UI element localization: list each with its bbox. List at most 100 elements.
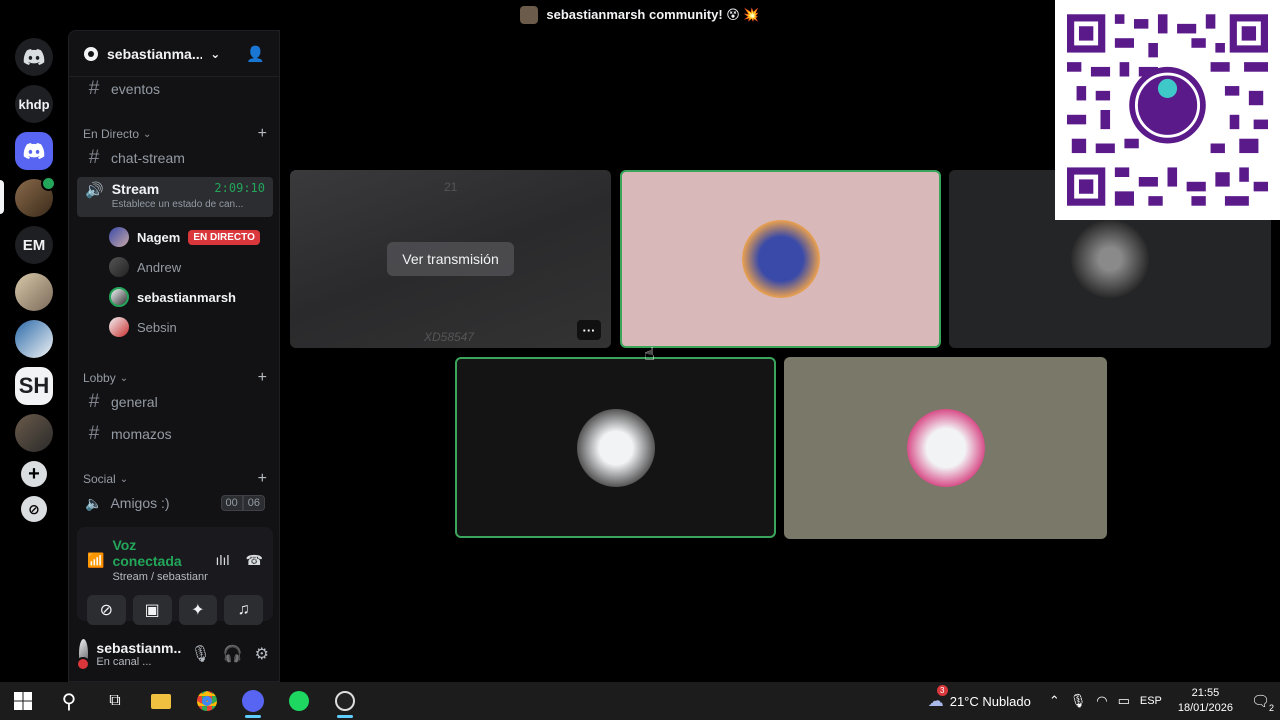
task-view-button[interactable]: ⧉ xyxy=(92,682,138,720)
activities-button[interactable]: ✦ xyxy=(178,595,218,625)
disconnect-icon[interactable]: ☎ xyxy=(246,552,263,569)
server-em[interactable]: EM xyxy=(15,226,53,264)
discord-server-icon[interactable] xyxy=(15,132,53,170)
soundboard-icon: ♫ xyxy=(237,601,250,618)
clock-time: 21:55 xyxy=(1191,687,1220,699)
yape-qr-code xyxy=(1055,0,1280,220)
voice-user-name: Andrew xyxy=(137,259,182,275)
camera-off-button[interactable]: ⊘ xyxy=(87,595,126,625)
voice-user-sebastianmarsh[interactable]: sebastianmarsh xyxy=(109,287,236,307)
discord-taskbar-button[interactable] xyxy=(230,682,276,720)
user-status: En canal ... xyxy=(96,656,152,668)
user-avatar[interactable] xyxy=(76,639,91,671)
chrome-button[interactable] xyxy=(184,682,230,720)
channel-label: momazos xyxy=(111,426,172,442)
language-indicator[interactable]: ESP xyxy=(1140,695,1162,707)
microphone-icon[interactable]: 🎙 xyxy=(1070,693,1087,709)
notification-icon[interactable]: 🗨 2 xyxy=(1251,692,1274,713)
explore-icon[interactable]: ⊘ xyxy=(21,496,47,522)
system-tray: ☁ 3 21°C Nublado ⌃ 🎙 ◠ ▭ ESP 21:55 18/01/… xyxy=(928,685,1280,716)
speaker-icon: 🔊 xyxy=(85,182,104,199)
channel-eventos[interactable]: # eventos xyxy=(77,75,273,103)
participant-tile-sebsin[interactable] xyxy=(784,357,1107,539)
clock[interactable]: 21:55 18/01/2026 xyxy=(1178,686,1233,716)
obs-button[interactable] xyxy=(322,682,368,720)
participant-avatar xyxy=(906,409,985,487)
camera-off-icon: ⊘ xyxy=(99,602,114,619)
channel-general[interactable]: # general xyxy=(77,388,273,416)
channel-label: eventos xyxy=(111,81,161,97)
voice-user-andrew[interactable]: Andrew xyxy=(109,257,181,277)
soundboard-button[interactable]: ♫ xyxy=(224,595,263,625)
channel-label: chat-stream xyxy=(111,150,185,166)
watch-stream-button[interactable]: Ver transmisión xyxy=(387,242,514,276)
weather-text: 21°C Nublado xyxy=(949,693,1031,709)
voice-channel-stream[interactable]: 🔊 Stream 2:09:10 Establece un estado de … xyxy=(77,177,273,217)
server-khdp[interactable]: khdp xyxy=(15,85,53,123)
participant-avatar xyxy=(1071,220,1149,298)
more-options-button[interactable]: ··· xyxy=(577,320,601,340)
guild-header[interactable]: sebastianma... ⌄ 👤 xyxy=(69,31,279,77)
participant-tile-sebastianmarsh[interactable] xyxy=(455,357,776,538)
user-panel: sebastianm... En canal ... 🎙 🎧 ⚙ xyxy=(69,627,279,681)
stream-preview-text: 21 xyxy=(444,180,458,194)
chevron-down-icon: ⌄ xyxy=(119,372,129,384)
channel-label: general xyxy=(111,394,158,410)
discord-icon xyxy=(242,690,264,712)
invite-icon[interactable]: 👤 xyxy=(246,45,265,63)
chevron-down-icon[interactable]: ⌄ xyxy=(210,47,220,61)
add-channel-icon[interactable]: + xyxy=(258,369,267,387)
weather-widget[interactable]: ☁ 3 21°C Nublado xyxy=(928,685,1031,711)
headphones-icon[interactable]: 🎧 xyxy=(223,644,243,664)
chevron-up-icon[interactable]: ⌃ xyxy=(1049,693,1060,709)
server-avatar-2[interactable] xyxy=(15,273,53,311)
participant-tile-nagem[interactable] xyxy=(620,170,941,348)
channel-momazos[interactable]: # momazos xyxy=(77,420,273,448)
search-icon: ⚲ xyxy=(61,690,77,713)
screen-share-button[interactable]: ▣ xyxy=(132,595,172,625)
chrome-icon xyxy=(197,691,217,711)
category-en-directo[interactable]: En Directo ⌄ + xyxy=(83,125,267,143)
hash-icon: # xyxy=(88,423,100,444)
server-active-avatar[interactable] xyxy=(15,176,56,217)
noise-suppression-icon[interactable]: ılıl xyxy=(216,552,230,568)
file-explorer-button[interactable] xyxy=(138,682,184,720)
window-title: sebastianmarsh community! 😵 💥 xyxy=(546,7,760,22)
stream-tile[interactable]: 21 XD58547 Ver transmisión ··· xyxy=(290,170,611,348)
voice-channel-link[interactable]: Stream / sebastianmarsh... xyxy=(112,571,207,583)
channel-label: Stream xyxy=(111,181,160,197)
user-name[interactable]: sebastianm... xyxy=(96,640,182,656)
avatar xyxy=(109,317,129,337)
category-label: Social xyxy=(83,472,116,486)
wifi-icon[interactable]: ◠ xyxy=(1096,693,1107,709)
start-button[interactable] xyxy=(0,682,46,720)
activities-icon: ✦ xyxy=(191,602,205,619)
discord-home-icon[interactable] xyxy=(15,38,53,76)
battery-icon[interactable]: ▭ xyxy=(1118,693,1130,709)
chevron-down-icon: ⌄ xyxy=(143,128,152,140)
microphone-icon[interactable]: 🎙 xyxy=(190,644,210,664)
channel-status-text[interactable]: Establece un estado de can... xyxy=(112,199,265,210)
voice-channel-amigos[interactable]: 🔈 Amigos :) 00 06 xyxy=(77,489,273,517)
search-button[interactable]: ⚲ xyxy=(46,682,92,720)
signal-icon[interactable]: 📶 xyxy=(87,552,104,569)
speaker-icon: 🔈 xyxy=(85,494,103,511)
add-server-icon[interactable]: + xyxy=(21,461,47,487)
count-limit: 06 xyxy=(242,495,265,511)
spotify-button[interactable] xyxy=(276,682,322,720)
live-badge: EN DIRECTO xyxy=(188,229,260,245)
add-channel-icon[interactable]: + xyxy=(258,125,267,143)
category-lobby[interactable]: Lobby ⌄ + xyxy=(83,369,267,387)
server-avatar-3[interactable] xyxy=(15,414,53,452)
server-sh[interactable]: SH xyxy=(15,367,53,405)
server-penguin-avatar[interactable] xyxy=(15,320,53,358)
hash-icon: # xyxy=(88,391,100,412)
voice-user-nagem[interactable]: Nagem EN DIRECTO xyxy=(109,227,260,247)
channel-chat-stream[interactable]: # chat-stream xyxy=(77,144,273,172)
count-current: 00 xyxy=(220,495,243,511)
category-social[interactable]: Social ⌄ + xyxy=(83,470,267,488)
gear-icon[interactable]: ⚙ xyxy=(255,644,269,664)
voice-user-sebsin[interactable]: Sebsin xyxy=(109,317,177,337)
stream-preview-text: XD58547 xyxy=(424,330,475,344)
add-channel-icon[interactable]: + xyxy=(258,470,267,488)
